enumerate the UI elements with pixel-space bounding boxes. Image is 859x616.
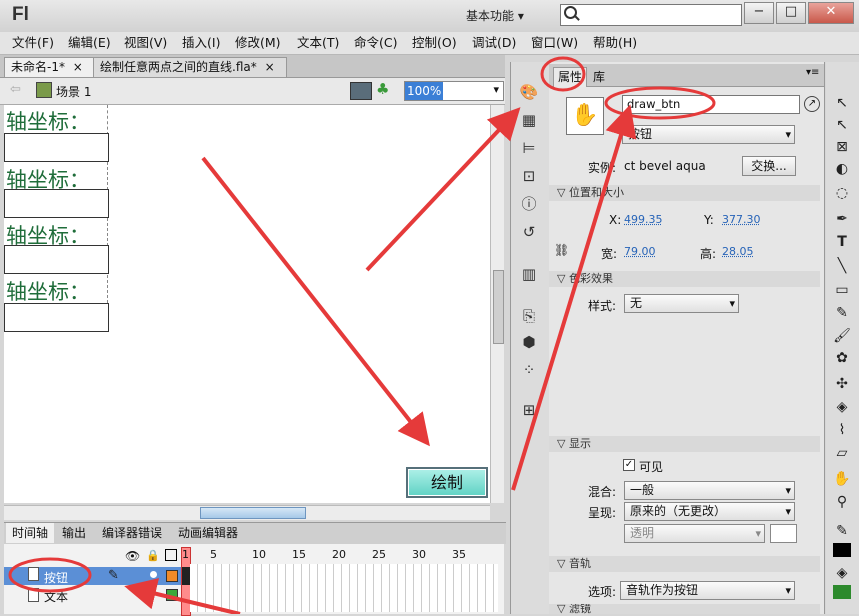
annotation-overlay xyxy=(8,56,716,614)
highlight-props-tab xyxy=(540,56,586,92)
arrow-to-instance-name xyxy=(511,104,637,491)
arrow-to-props xyxy=(365,107,521,272)
highlight-layer-name xyxy=(8,557,92,593)
arrow-to-button xyxy=(201,156,430,447)
highlight-instance-name xyxy=(604,86,716,120)
arrow-to-layer xyxy=(124,578,241,614)
